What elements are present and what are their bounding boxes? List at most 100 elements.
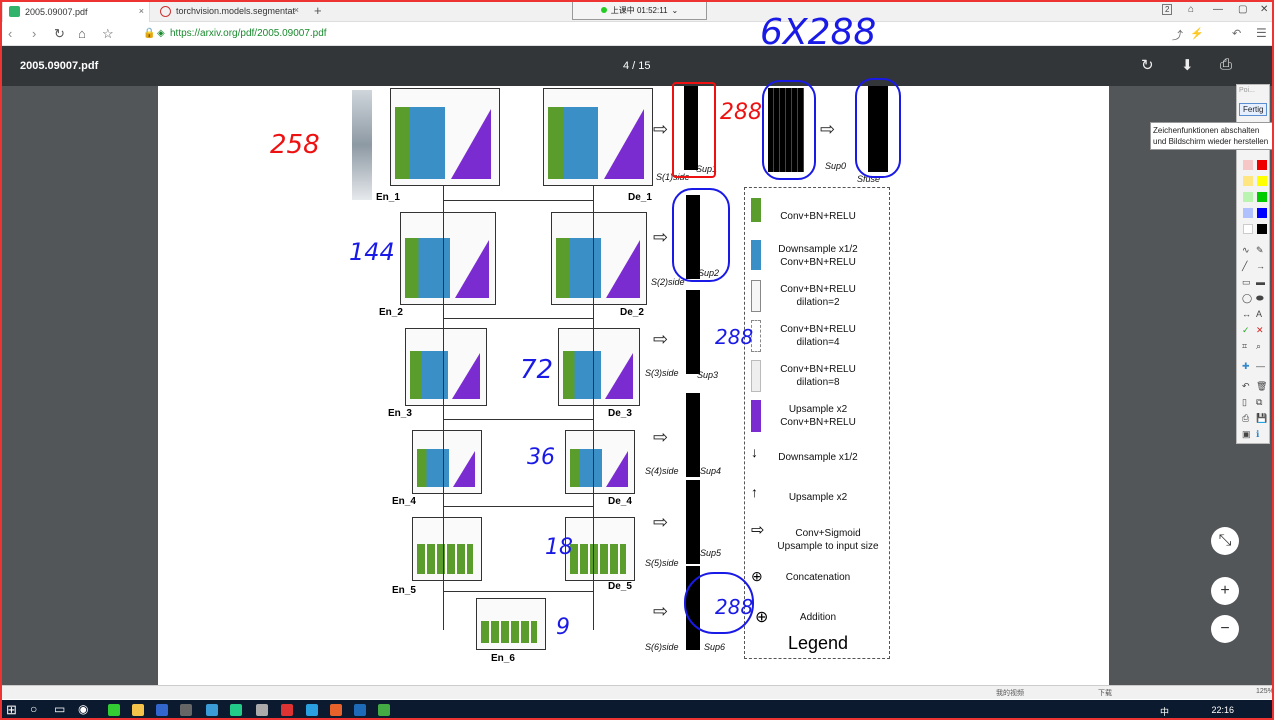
taskbar-app-icon[interactable] <box>256 704 268 716</box>
site-icon <box>9 6 20 17</box>
fit-page-button[interactable]: ⤡ <box>1211 527 1239 555</box>
download-icon[interactable]: ⬇ <box>1181 56 1194 74</box>
tooltip: Zeichenfunktionen abschalten und Bildsch… <box>1150 122 1274 150</box>
handwritten-note: 258 <box>270 130 320 160</box>
folder-icon[interactable] <box>132 704 144 716</box>
minus-icon[interactable]: — <box>1256 361 1265 371</box>
search-icon[interactable]: ○ <box>30 702 37 716</box>
dilated-layers <box>570 544 626 574</box>
undo-icon[interactable]: ↶ <box>1232 27 1241 40</box>
color-swatch[interactable] <box>1243 192 1253 202</box>
image-icon[interactable]: ▣ <box>1242 429 1251 440</box>
status-item[interactable]: 我的视频 <box>996 688 1024 698</box>
taskbar-app-icon[interactable] <box>180 704 192 716</box>
text-tool-icon[interactable]: A <box>1256 309 1262 319</box>
legend-item: Downsample x1/2 Conv+BN+RELU <box>778 244 858 268</box>
legend-item: Addition <box>799 612 837 623</box>
color-swatch[interactable] <box>1243 160 1253 170</box>
forward-icon[interactable]: › <box>32 26 36 41</box>
new-tab-button[interactable]: + <box>314 3 322 18</box>
close-icon[interactable]: × <box>294 5 299 15</box>
crop-icon[interactable]: ⌗ <box>1242 341 1247 352</box>
zoom-in-button[interactable]: + <box>1211 577 1239 605</box>
tab-count-badge[interactable]: 2 <box>1162 4 1173 15</box>
home-icon[interactable]: ⌂ <box>78 26 86 41</box>
taskbar-app-icon[interactable] <box>306 704 318 716</box>
maximize-icon[interactable]: ▢ <box>1238 4 1247 15</box>
arrow-tool-icon[interactable]: → <box>1256 261 1265 271</box>
color-swatch[interactable] <box>1257 192 1267 202</box>
trash-icon[interactable]: 🗑 <box>1256 381 1267 392</box>
print-icon[interactable]: ⎙ <box>1220 56 1232 73</box>
color-swatch[interactable] <box>1243 208 1253 218</box>
app-icon[interactable]: ◉ <box>78 702 88 716</box>
zoom-out-button[interactable]: − <box>1211 615 1239 643</box>
windows-start-icon[interactable]: ⊞ <box>6 702 17 718</box>
double-arrow-icon[interactable]: ↔ <box>1242 309 1251 319</box>
copy-icon[interactable]: ⧉ <box>1256 397 1262 408</box>
extension-icon[interactable]: ⚡ <box>1190 27 1204 40</box>
sup-label-0: Sup0 <box>825 161 847 171</box>
back-icon[interactable]: ‹ <box>8 26 12 41</box>
line-icon[interactable]: ╱ <box>1242 261 1247 272</box>
tab-torchvision[interactable]: torchvision.models.segmentat × <box>154 0 304 22</box>
taskbar-app-icon[interactable] <box>330 704 342 716</box>
taskbar-app-icon[interactable] <box>108 704 120 716</box>
color-swatch[interactable] <box>1257 176 1267 186</box>
chevron-down-icon[interactable]: ⌄ <box>672 6 679 15</box>
done-button[interactable]: Fertig <box>1239 103 1268 116</box>
color-swatch[interactable] <box>1257 160 1267 170</box>
check-icon[interactable]: ✓ <box>1242 325 1250 336</box>
task-view-icon[interactable]: ▭ <box>54 702 65 716</box>
bookmark-icon[interactable]: ⌂ <box>1188 4 1194 15</box>
close-icon[interactable]: × <box>139 6 144 16</box>
taskbar-app-icon[interactable] <box>281 704 293 716</box>
taskbar-app-icon[interactable] <box>378 704 390 716</box>
legend-item: Upsample x2 <box>788 492 848 503</box>
star-icon[interactable]: ☆ <box>102 26 114 42</box>
taskbar-app-icon[interactable] <box>156 704 168 716</box>
cross-icon[interactable]: ✕ <box>1256 325 1264 336</box>
rotate-icon[interactable]: ↻ <box>1141 56 1154 74</box>
handwritten-note: 144 <box>349 238 395 266</box>
pen-icon[interactable]: ∿ <box>1242 245 1250 256</box>
zoom-area-icon[interactable]: ⌕ <box>1256 341 1261 352</box>
en-3-block <box>405 328 487 406</box>
taskbar-app-icon[interactable] <box>354 704 366 716</box>
dilated-layers <box>417 544 473 574</box>
color-swatch[interactable] <box>1243 176 1253 186</box>
marker-icon[interactable]: ✎ <box>1256 245 1264 256</box>
taskbar-clock[interactable]: 22:16 <box>1211 705 1234 715</box>
handwritten-note: 288 <box>715 325 754 349</box>
rectangle-icon[interactable]: ▭ <box>1242 277 1251 288</box>
arrow-right-icon: ⇨ <box>653 227 669 247</box>
reload-icon[interactable]: ↻ <box>54 26 65 42</box>
taskbar-app-icon[interactable] <box>230 704 242 716</box>
legend-item: Conv+BN+RELU dilation=2 <box>780 284 856 308</box>
en-6-label: En_6 <box>491 653 515 664</box>
color-swatch[interactable] <box>1257 208 1267 218</box>
ime-indicator[interactable]: 中 <box>1160 705 1169 718</box>
ellipse-icon[interactable]: ◯ <box>1242 293 1252 304</box>
status-item[interactable]: 下载 <box>1098 688 1112 698</box>
print-icon[interactable]: ⎙ <box>1242 413 1249 424</box>
menu-icon[interactable]: ☰ <box>1256 26 1267 40</box>
color-swatch[interactable] <box>1243 224 1253 234</box>
sup-label-3: Sup3 <box>697 370 719 380</box>
zoom-level[interactable]: 125% <box>1256 688 1274 695</box>
info-icon[interactable]: ℹ <box>1256 429 1259 440</box>
page-icon[interactable]: ▯ <box>1242 397 1247 408</box>
plus-icon[interactable]: ✚ <box>1242 361 1250 372</box>
taskbar-app-icon[interactable] <box>206 704 218 716</box>
color-swatch[interactable] <box>1257 224 1267 234</box>
minimize-icon[interactable]: — <box>1213 4 1223 15</box>
tab-pdf[interactable]: 2005.09007.pdf × <box>2 0 150 22</box>
save-icon[interactable]: 💾 <box>1256 413 1267 424</box>
url-field[interactable]: https://arxiv.org/pdf/2005.09007.pdf <box>170 28 327 39</box>
close-window-icon[interactable]: ✕ <box>1260 4 1268 15</box>
upsample-layers <box>455 240 489 298</box>
undo-icon[interactable]: ↶ <box>1242 381 1250 392</box>
share-icon[interactable]: ⤴ <box>1172 27 1183 43</box>
filled-rectangle-icon[interactable]: ▬ <box>1256 277 1265 287</box>
filled-ellipse-icon[interactable]: ⬬ <box>1256 293 1264 304</box>
